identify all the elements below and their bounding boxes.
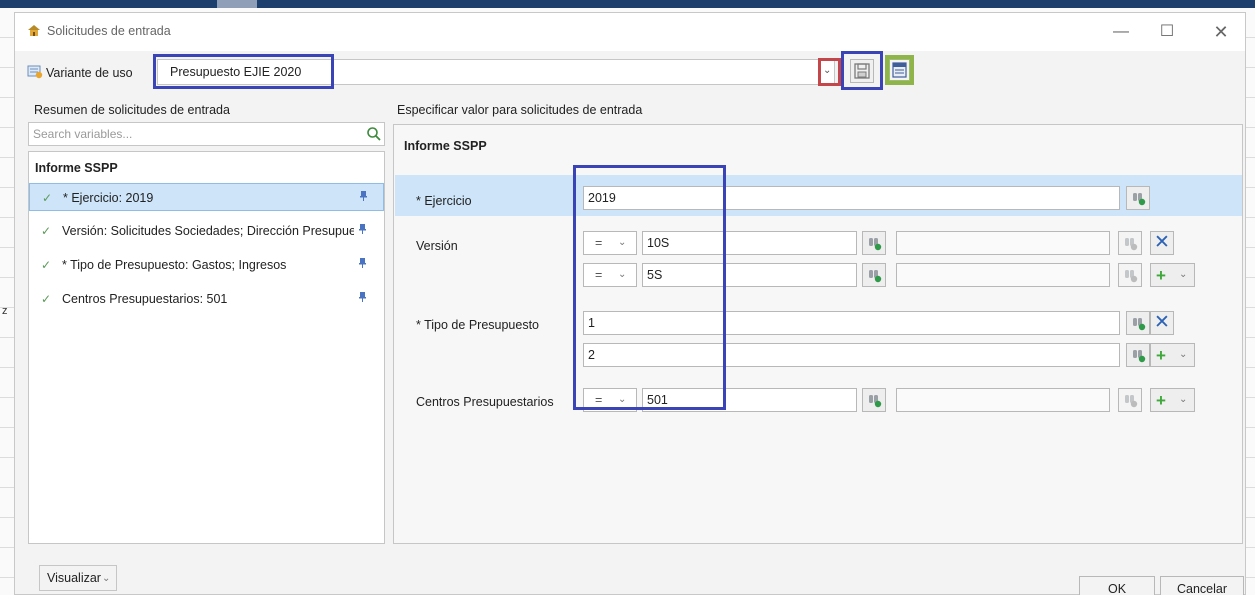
manage-variants-button[interactable] [889, 59, 910, 81]
cancel-button[interactable]: Cancelar [1160, 576, 1244, 595]
version-add-button[interactable]: + ⌄ [1150, 263, 1195, 287]
list-item-label: * Tipo de Presupuesto: Gastos; Ingresos [62, 258, 287, 272]
value-help-icon [869, 270, 882, 283]
chevron-down-icon: ⌄ [1179, 394, 1188, 405]
version-value-help-button-1[interactable] [862, 231, 886, 255]
pin-icon[interactable] [359, 190, 368, 202]
panel-heading: Informe SSPP [404, 139, 487, 153]
pin-icon[interactable] [358, 223, 367, 235]
tipo-add-button[interactable]: + ⌄ [1150, 343, 1195, 367]
visualizar-button[interactable]: Visualizar ⌄ [39, 565, 117, 591]
value-help-icon [1125, 395, 1138, 408]
ok-button[interactable]: OK [1079, 576, 1155, 595]
app-icon [28, 25, 40, 36]
centros-to-value-help-button[interactable] [1118, 388, 1142, 412]
variant-icon [27, 65, 43, 79]
list-item-label: Centros Presupuestarios: 501 [62, 292, 228, 306]
calculator-icon [892, 62, 907, 78]
version-to-input-1[interactable] [896, 231, 1110, 255]
close-icon: ✕ [1154, 312, 1170, 333]
specify-values-title: Especificar valor para solicitudes de en… [397, 103, 643, 117]
plus-icon: + [1156, 391, 1166, 410]
prompt-summary-list: Informe SSPP ✓ * Ejercicio: 2019 ✓ Versi… [28, 151, 385, 544]
value-help-icon [869, 395, 882, 408]
version-label: Versión [416, 239, 458, 253]
list-item[interactable]: ✓ Centros Presupuestarios: 501 [29, 285, 384, 313]
pin-icon[interactable] [358, 291, 367, 303]
value-help-icon [1133, 318, 1146, 331]
visualizar-label: Visualizar [47, 571, 101, 585]
list-item[interactable]: ✓ * Ejercicio: 2019 [29, 183, 384, 211]
centros-value-help-button[interactable] [862, 388, 886, 412]
search-icon[interactable] [366, 126, 382, 142]
centros-add-button[interactable]: + ⌄ [1150, 388, 1195, 412]
tipo-value-help-button-1[interactable] [1126, 311, 1150, 335]
input-requests-dialog: Solicitudes de entrada — ☐ ✕ Variante de… [14, 12, 1246, 595]
close-icon: ✕ [1154, 232, 1170, 253]
check-icon: ✓ [41, 258, 52, 272]
save-icon [854, 63, 870, 79]
summary-title: Resumen de solicitudes de entrada [34, 103, 230, 117]
variant-value-highlight [153, 54, 334, 89]
minimize-button[interactable]: — [1101, 19, 1141, 45]
chevron-down-icon[interactable]: ⌄ [823, 65, 831, 76]
ejercicio-value-help-button[interactable] [1126, 186, 1150, 210]
list-item[interactable]: ✓ Versión: Solicitudes Sociedades; Direc… [29, 217, 384, 245]
chevron-down-icon: ⌄ [1179, 349, 1188, 360]
search-field[interactable]: Search variables... [28, 122, 385, 146]
plus-icon: + [1156, 266, 1166, 285]
background-header-bar [0, 0, 1255, 8]
check-icon: ✓ [41, 224, 52, 238]
background-cell-text: z [2, 305, 8, 317]
value-help-icon [1133, 350, 1146, 363]
specify-values-panel: Informe SSPP * Ejercicio 2019 Versión = ⌄… [393, 124, 1243, 544]
chevron-down-icon: ⌄ [102, 573, 111, 584]
dialog-titlebar: Solicitudes de entrada — ☐ ✕ [15, 13, 1245, 51]
version-remove-button[interactable]: ✕ [1150, 231, 1174, 255]
plus-icon: + [1156, 346, 1166, 365]
value-help-icon [1125, 238, 1138, 251]
version-to-input-2[interactable] [896, 263, 1110, 287]
version-value-help-button-2[interactable] [862, 263, 886, 287]
value-help-icon [1133, 193, 1146, 206]
dialog-title: Solicitudes de entrada [47, 24, 171, 38]
chevron-down-icon: ⌄ [1179, 269, 1188, 280]
close-button[interactable]: ✕ [1201, 19, 1241, 45]
check-icon: ✓ [42, 191, 53, 205]
centros-to-input[interactable] [896, 388, 1110, 412]
save-variant-button[interactable] [850, 59, 874, 83]
list-item-label: Versión: Solicitudes Sociedades; Direcci… [62, 224, 354, 238]
centros-label: Centros Presupuestarios [416, 395, 554, 409]
maximize-button[interactable]: ☐ [1147, 19, 1187, 45]
pin-icon[interactable] [358, 257, 367, 269]
tipo-value-help-button-2[interactable] [1126, 343, 1150, 367]
values-highlight [573, 165, 726, 410]
value-help-icon [869, 238, 882, 251]
list-item-label: * Ejercicio: 2019 [63, 191, 154, 205]
background-header-mark [217, 0, 257, 8]
variant-label: Variante de uso [46, 66, 133, 80]
group-heading: Informe SSPP [35, 161, 118, 175]
list-item[interactable]: ✓ * Tipo de Presupuesto: Gastos; Ingreso… [29, 251, 384, 279]
ejercicio-label: * Ejercicio [416, 194, 472, 208]
tipo-remove-button[interactable]: ✕ [1150, 311, 1174, 335]
value-help-icon [1125, 270, 1138, 283]
tipo-label: * Tipo de Presupuesto [416, 318, 539, 332]
version-to-value-help-button-2[interactable] [1118, 263, 1142, 287]
version-to-value-help-button-1[interactable] [1118, 231, 1142, 255]
check-icon: ✓ [41, 292, 52, 306]
search-input[interactable]: Search variables... [33, 127, 132, 141]
